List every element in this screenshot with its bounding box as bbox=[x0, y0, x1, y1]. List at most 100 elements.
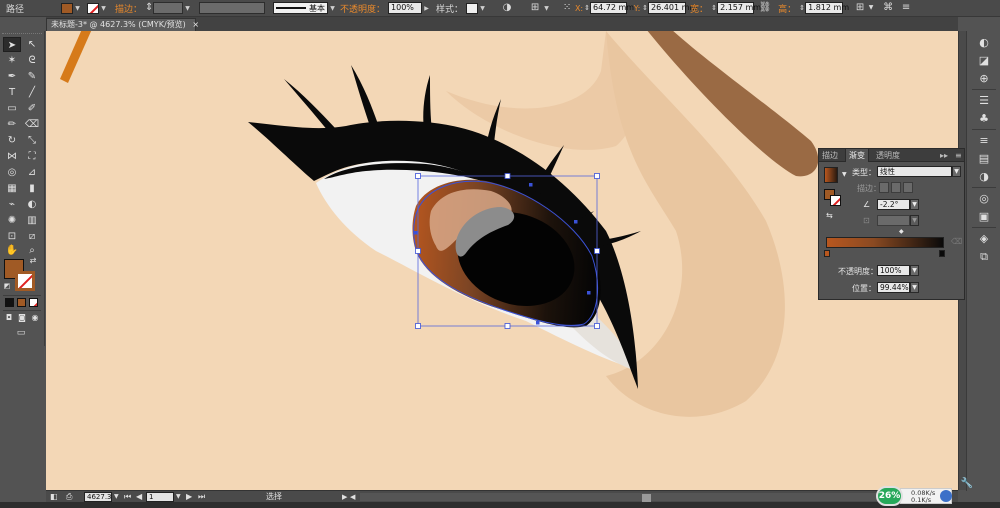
transform-dropdown-icon[interactable]: ▼ bbox=[867, 1, 875, 15]
layers-panel-icon[interactable]: ◈ bbox=[976, 231, 992, 247]
document-tab[interactable]: 未标题-3* @ 4627.3% (CMYK/预览) × bbox=[46, 18, 199, 31]
appearance-panel-icon[interactable]: ◎ bbox=[976, 191, 992, 207]
none-mode-button[interactable] bbox=[29, 298, 38, 307]
draw-inside-icon[interactable]: ◉ bbox=[29, 312, 41, 324]
pen-tool-icon[interactable]: ✒ bbox=[3, 69, 21, 84]
swatch-dropdown-icon[interactable]: ▼ bbox=[842, 171, 847, 178]
swap-fill-stroke-icon[interactable]: ⇄ bbox=[27, 255, 39, 267]
midpoint-diamond-icon[interactable]: ◆ bbox=[899, 228, 904, 235]
width-field[interactable]: 2.157 mm bbox=[717, 2, 761, 14]
symbol-sprayer-tool-icon[interactable]: ✺ bbox=[3, 213, 21, 228]
tab-gradient[interactable]: 渐变 bbox=[845, 149, 869, 162]
draw-normal-icon[interactable]: ◘ bbox=[3, 312, 15, 324]
hand-tool-icon[interactable]: ✋ bbox=[3, 243, 21, 258]
horizontal-scroll-thumb[interactable] bbox=[642, 494, 651, 502]
x-field[interactable]: 64.72 mm bbox=[590, 2, 634, 14]
network-speed-widget[interactable]: 0.08K/s 0.1K/s 26% bbox=[876, 486, 958, 506]
color-panel-icon[interactable]: ◐ bbox=[976, 35, 992, 51]
lasso-tool-icon[interactable]: ᘓ bbox=[23, 53, 41, 68]
slice-tool-icon[interactable]: ⧄ bbox=[23, 229, 41, 244]
opacity-label[interactable]: 不透明度： bbox=[340, 2, 385, 15]
color-guide-icon[interactable]: ◪ bbox=[976, 53, 992, 69]
stroke-swatch[interactable] bbox=[87, 2, 99, 14]
horizontal-scrollbar[interactable] bbox=[360, 493, 940, 502]
mesh-tool-icon[interactable]: ▦ bbox=[3, 181, 21, 196]
y-field[interactable]: 26.401 mm bbox=[648, 2, 697, 14]
reference-point-icon[interactable]: ⁙ bbox=[560, 1, 574, 15]
close-tab-icon[interactable]: × bbox=[192, 20, 199, 29]
free-transform-tool-icon[interactable]: ⛶ bbox=[23, 149, 41, 164]
gradient-panel-icon[interactable]: ▤ bbox=[976, 151, 992, 167]
fill-dropdown-icon[interactable]: ▼ bbox=[74, 3, 81, 14]
wrench-icon[interactable]: 🔧 bbox=[960, 478, 974, 490]
artboard-tool-icon[interactable]: ⊡ bbox=[3, 229, 21, 244]
brush-definition[interactable]: 基本 bbox=[273, 2, 329, 14]
direct-selection-tool-icon[interactable]: ↖ bbox=[23, 37, 41, 52]
panel-menu-icon[interactable]: ≡ bbox=[952, 149, 965, 162]
magic-wand-tool-icon[interactable]: ✶ bbox=[3, 53, 21, 68]
network-percent-badge[interactable]: 26% bbox=[876, 486, 903, 506]
type-select[interactable]: 线性 bbox=[877, 166, 952, 177]
type-dropdown-icon[interactable]: ▼ bbox=[952, 166, 961, 177]
stroke-weight-dropdown-icon[interactable]: ▼ bbox=[184, 3, 191, 14]
stroke-label[interactable]: 描边： bbox=[115, 2, 142, 15]
eraser-tool-icon[interactable]: ⌫ bbox=[23, 117, 41, 132]
gradient-mode-button[interactable] bbox=[17, 298, 26, 307]
screen-mode-icon[interactable]: ▭ bbox=[12, 327, 30, 339]
collapse-panel-icon[interactable]: ▸▸ bbox=[937, 149, 951, 162]
curvature-tool-icon[interactable]: ✎ bbox=[23, 69, 41, 84]
opacity-field[interactable]: 100% bbox=[877, 265, 910, 276]
perspective-grid-tool-icon[interactable]: ⊿ bbox=[23, 165, 41, 180]
constrain-proportions-icon[interactable]: ⛓ bbox=[758, 1, 772, 15]
opacity-dropdown-icon[interactable]: ▶ bbox=[423, 3, 430, 14]
delete-stop-icon[interactable]: ⌫ bbox=[951, 237, 962, 246]
paintbrush-tool-icon[interactable]: ✐ bbox=[23, 101, 41, 116]
location-field[interactable]: 99.44% bbox=[877, 282, 910, 293]
symbols-panel-icon[interactable]: ♣ bbox=[976, 111, 992, 127]
tab-transparency[interactable]: 透明度 bbox=[873, 149, 903, 162]
column-graph-tool-icon[interactable]: ▥ bbox=[23, 213, 41, 228]
stroke-color-box[interactable] bbox=[15, 271, 35, 291]
zoom-field[interactable]: 4627.3 bbox=[84, 492, 112, 502]
graphic-styles-panel-icon[interactable]: ▣ bbox=[976, 209, 992, 225]
stroke-weight-field[interactable] bbox=[153, 2, 184, 14]
stroke-weight-stepper-icon[interactable]: ⇕ bbox=[145, 1, 153, 15]
opacity-dropdown-icon[interactable]: ▼ bbox=[910, 265, 919, 276]
opacity-field[interactable]: 100% bbox=[388, 2, 423, 14]
transparency-panel-icon[interactable]: ◑ bbox=[976, 169, 992, 185]
panel-grip[interactable] bbox=[2, 33, 42, 36]
scale-tool-icon[interactable]: ⤡ bbox=[23, 133, 41, 148]
stroke-preview-icon[interactable] bbox=[830, 195, 841, 206]
panel-menu-icon[interactable]: ≡ bbox=[899, 1, 913, 15]
align-to-icon[interactable]: ⊞ bbox=[528, 1, 542, 15]
gradient-tool-icon[interactable]: ▮ bbox=[23, 181, 41, 196]
align-dropdown-icon[interactable]: ▼ bbox=[543, 3, 550, 14]
default-fill-stroke-icon[interactable]: ◩ bbox=[2, 281, 12, 291]
height-field[interactable]: 1.812 mm bbox=[805, 2, 849, 14]
color-stop-left[interactable] bbox=[824, 250, 830, 257]
draw-behind-icon[interactable]: ◙ bbox=[16, 312, 28, 324]
recolor-artwork-icon[interactable]: ◑ bbox=[500, 1, 514, 15]
graphic-style-swatch[interactable] bbox=[466, 2, 479, 14]
globe-icon[interactable] bbox=[940, 490, 952, 502]
gradient-preview-swatch[interactable] bbox=[824, 167, 838, 183]
artboards-panel-icon[interactable]: ⧉ bbox=[976, 249, 992, 265]
reverse-gradient-icon[interactable]: ⇆ bbox=[826, 211, 833, 220]
color-mode-button[interactable] bbox=[5, 298, 14, 307]
fill-swatch[interactable] bbox=[61, 2, 73, 14]
shape-builder-tool-icon[interactable]: ◎ bbox=[3, 165, 21, 180]
style-dropdown-icon[interactable]: ▼ bbox=[479, 3, 486, 14]
angle-dropdown-icon[interactable]: ▼ bbox=[910, 199, 919, 210]
rotate-tool-icon[interactable]: ↻ bbox=[3, 133, 21, 148]
path-options-icon[interactable]: ⌘ bbox=[881, 1, 895, 15]
variable-width-profile[interactable] bbox=[199, 2, 266, 14]
stroke-panel-icon[interactable]: ≡ bbox=[976, 133, 992, 149]
type-tool-icon[interactable]: T bbox=[3, 85, 21, 100]
swatches-panel-icon[interactable]: ⊕ bbox=[976, 71, 992, 87]
transform-grid-icon[interactable]: ⊞ bbox=[853, 1, 867, 15]
tab-stroke[interactable]: 描边 bbox=[819, 149, 841, 162]
pencil-tool-icon[interactable]: ✏ bbox=[3, 117, 21, 132]
selection-tool-icon[interactable]: ➤ bbox=[3, 37, 21, 52]
angle-field[interactable]: -2.2° bbox=[877, 199, 910, 210]
width-tool-icon[interactable]: ⋈ bbox=[3, 149, 21, 164]
